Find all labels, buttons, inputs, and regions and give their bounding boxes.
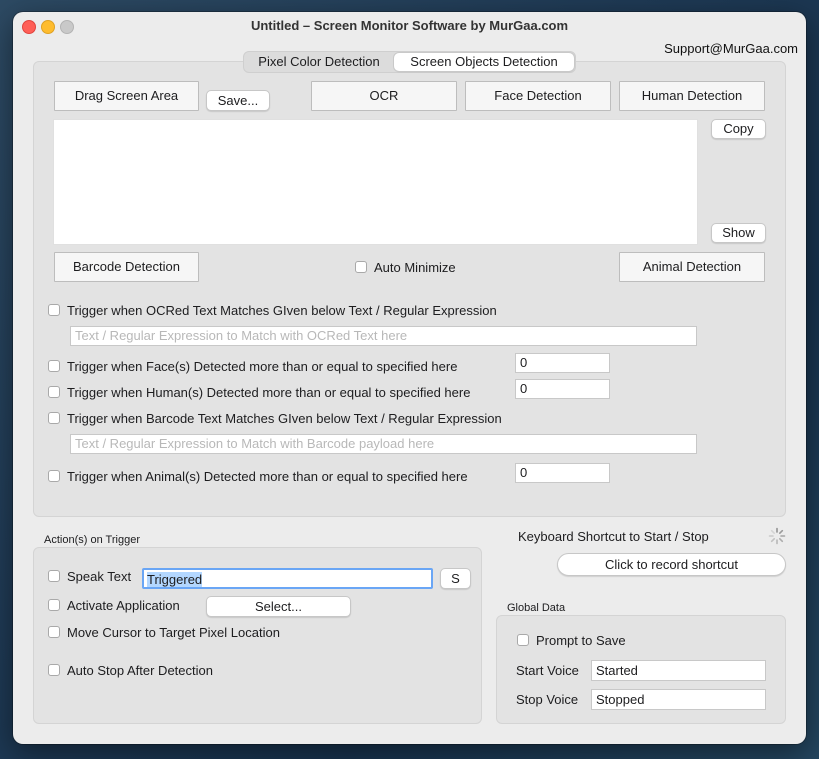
barcode-detection-button[interactable]: Barcode Detection — [54, 252, 199, 282]
auto-stop-label: Auto Stop After Detection — [67, 663, 213, 678]
detection-output-textarea[interactable] — [53, 119, 698, 245]
tab-bar: Pixel Color Detection Screen Objects Det… — [243, 51, 576, 73]
tab-screen-objects-detection[interactable]: Screen Objects Detection — [394, 53, 574, 71]
barcode-pattern-placeholder: Text / Regular Expression to Match with … — [75, 436, 435, 451]
progress-spinner-icon — [768, 527, 786, 545]
ocr-match-label: Trigger when OCRed Text Matches GIven be… — [67, 303, 497, 318]
auto-minimize-label: Auto Minimize — [374, 260, 456, 275]
show-button[interactable]: Show — [711, 223, 766, 243]
shortcut-title: Keyboard Shortcut to Start / Stop — [518, 529, 709, 544]
select-application-button[interactable]: Select... — [206, 596, 351, 617]
auto-minimize-checkbox[interactable] — [355, 261, 367, 273]
window-title: Untitled – Screen Monitor Software by Mu… — [250, 18, 569, 33]
activate-app-label: Activate Application — [67, 598, 180, 613]
stop-voice-label: Stop Voice — [516, 692, 579, 707]
copy-button[interactable]: Copy — [711, 119, 766, 139]
save-button[interactable]: Save... — [206, 90, 270, 111]
start-voice-input[interactable]: Started — [591, 660, 766, 681]
tab-pixel-color-detection[interactable]: Pixel Color Detection — [244, 52, 394, 72]
barcode-match-checkbox[interactable] — [48, 412, 60, 424]
humans-trigger-checkbox[interactable] — [48, 386, 60, 398]
animals-trigger-checkbox[interactable] — [48, 470, 60, 482]
speak-text-value: Triggered — [147, 572, 203, 587]
faces-count-input[interactable]: 0 — [515, 353, 610, 373]
support-link[interactable]: Support@MurGaa.com — [664, 41, 798, 56]
activate-app-checkbox[interactable] — [48, 599, 60, 611]
speak-text-input[interactable]: Triggered — [142, 568, 433, 589]
app-window: Untitled – Screen Monitor Software by Mu… — [13, 12, 806, 744]
barcode-pattern-input[interactable]: Text / Regular Expression to Match with … — [70, 434, 697, 454]
speak-test-button[interactable]: S — [440, 568, 471, 589]
ocr-button[interactable]: OCR — [311, 81, 457, 111]
stop-voice-input[interactable]: Stopped — [591, 689, 766, 710]
auto-stop-checkbox[interactable] — [48, 664, 60, 676]
animal-detection-button[interactable]: Animal Detection — [619, 252, 765, 282]
humans-trigger-label: Trigger when Human(s) Detected more than… — [67, 385, 471, 400]
move-cursor-label: Move Cursor to Target Pixel Location — [67, 625, 280, 640]
prompt-to-save-checkbox[interactable] — [517, 634, 529, 646]
prompt-to-save-label: Prompt to Save — [536, 633, 626, 648]
speak-text-checkbox[interactable] — [48, 570, 60, 582]
speak-text-label: Speak Text — [67, 569, 132, 584]
drag-screen-area-button[interactable]: Drag Screen Area — [54, 81, 199, 111]
ocr-match-checkbox[interactable] — [48, 304, 60, 316]
move-cursor-checkbox[interactable] — [48, 626, 60, 638]
ocr-pattern-placeholder: Text / Regular Expression to Match with … — [75, 328, 408, 343]
title-bar: Untitled – Screen Monitor Software by Mu… — [13, 12, 806, 40]
record-shortcut-button[interactable]: Click to record shortcut — [557, 553, 786, 576]
faces-trigger-label: Trigger when Face(s) Detected more than … — [67, 359, 458, 374]
animals-trigger-label: Trigger when Animal(s) Detected more tha… — [67, 469, 468, 484]
animals-count-input[interactable]: 0 — [515, 463, 610, 483]
face-detection-button[interactable]: Face Detection — [465, 81, 611, 111]
start-voice-label: Start Voice — [516, 663, 579, 678]
faces-trigger-checkbox[interactable] — [48, 360, 60, 372]
humans-count-input[interactable]: 0 — [515, 379, 610, 399]
actions-title: Action(s) on Trigger — [44, 534, 140, 546]
barcode-match-label: Trigger when Barcode Text Matches GIven … — [67, 411, 502, 426]
global-data-title: Global Data — [507, 602, 566, 614]
human-detection-button[interactable]: Human Detection — [619, 81, 765, 111]
ocr-pattern-input[interactable]: Text / Regular Expression to Match with … — [70, 326, 697, 346]
